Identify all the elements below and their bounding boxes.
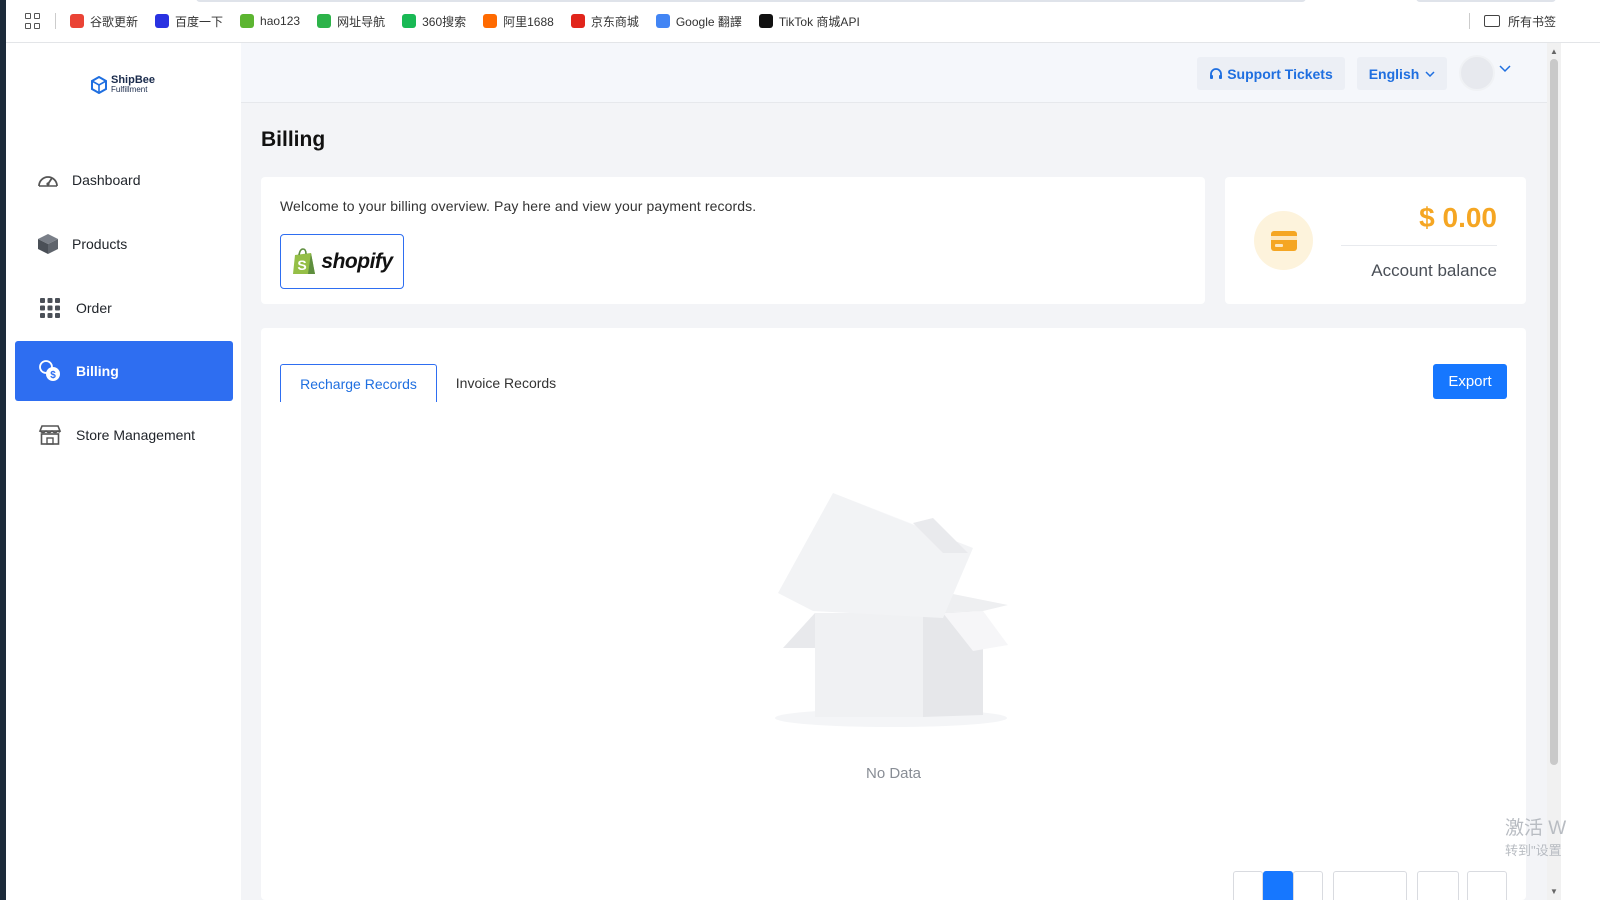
- bookmarks-separator: [55, 13, 56, 29]
- bookmark-favicon-icon: [240, 14, 255, 28]
- bookmark-item[interactable]: TikTok 商城API: [758, 13, 860, 30]
- bookmark-favicon-icon: [402, 14, 417, 28]
- tab-recharge-records[interactable]: Recharge Records: [280, 364, 437, 402]
- bookmark-item[interactable]: 360搜索: [402, 13, 466, 30]
- account-balance-card: $ 0.00 Account balance: [1225, 177, 1526, 304]
- welcome-text: Welcome to your billing overview. Pay he…: [280, 198, 757, 214]
- records-card: Recharge Records Invoice Records Export …: [261, 328, 1526, 900]
- sidebar-item-store-management[interactable]: Store Management: [15, 405, 233, 465]
- windows-activation-subtext: 转到"设置: [1505, 843, 1562, 858]
- next-page-button[interactable]: [1293, 871, 1323, 900]
- bookmark-item[interactable]: 网址导航: [317, 13, 385, 30]
- pagination: [1233, 871, 1507, 900]
- bookmark-item[interactable]: 谷歌更新: [70, 13, 138, 30]
- bookmark-item[interactable]: Google 翻譯: [655, 13, 742, 30]
- bookmark-favicon-icon: [655, 14, 670, 28]
- current-page-button[interactable]: [1263, 871, 1293, 900]
- tab-invoice-records[interactable]: Invoice Records: [441, 364, 571, 402]
- page-title: Billing: [261, 128, 326, 151]
- window-right-edge: [1561, 43, 1600, 900]
- bookmark-favicon-icon: [570, 14, 585, 28]
- bookmark-favicon-icon: [155, 14, 170, 28]
- sidebar-item-label: Products: [72, 236, 128, 252]
- bookmark-favicon-icon: [317, 14, 332, 28]
- scroll-thumb[interactable]: [1550, 59, 1558, 765]
- page-size-select[interactable]: [1333, 871, 1407, 900]
- billing-welcome-card: Welcome to your billing overview. Pay he…: [261, 177, 1205, 304]
- bookmark-favicon-icon: [483, 14, 498, 28]
- bookmarks-separator-right: [1468, 13, 1470, 29]
- bookmark-label: Google 翻譯: [675, 14, 742, 29]
- store-icon: [38, 423, 62, 447]
- bookmark-item[interactable]: hao123: [240, 14, 300, 28]
- bookmark-label: 网址导航: [337, 14, 386, 29]
- tab-strip-remnant: [196, 0, 1306, 2]
- bookmark-item[interactable]: 京东商城: [570, 13, 639, 30]
- sidebar-item-label: Billing: [76, 363, 119, 379]
- windows-activation-watermark: 激活 W: [1505, 818, 1567, 839]
- balance-amount: $ 0.00: [1419, 202, 1497, 233]
- language-label: English: [1368, 65, 1420, 82]
- sidebar: ShipBee Fulfillment Dashboard Products O…: [6, 43, 241, 900]
- bookmark-label: hao123: [260, 14, 301, 28]
- box-icon: [36, 232, 60, 256]
- shipbee-logo-icon: [91, 76, 107, 94]
- prev-page-button[interactable]: [1233, 871, 1263, 900]
- shopify-wordmark: shopify: [321, 249, 393, 273]
- all-bookmarks-label: 所有书签: [1507, 14, 1556, 29]
- bookmark-item[interactable]: 阿里1688: [483, 13, 554, 30]
- balance-label: Account balance: [1371, 261, 1497, 280]
- bookmark-label: 百度一下: [175, 14, 224, 29]
- sidebar-item-label: Store Management: [76, 427, 196, 443]
- scroll-down-arrow-icon[interactable]: ▼: [1550, 887, 1558, 896]
- bookmark-favicon-icon: [70, 14, 84, 28]
- export-button[interactable]: Export: [1433, 364, 1507, 399]
- sidebar-item-billing[interactable]: $ Billing: [15, 341, 233, 401]
- svg-text:$: $: [50, 370, 56, 381]
- svg-text:S: S: [298, 257, 307, 273]
- all-bookmarks[interactable]: 所有书签: [1468, 13, 1556, 30]
- logo-line1: ShipBee: [111, 74, 156, 86]
- page-scrollbar[interactable]: ▲ ▼: [1547, 43, 1561, 900]
- credit-card-icon: [1254, 211, 1313, 270]
- sidebar-item-order[interactable]: Order: [15, 278, 233, 338]
- headset-icon: [1210, 67, 1223, 79]
- logo-line2: Fulfillment: [111, 85, 148, 94]
- page-jump-input[interactable]: [1417, 871, 1459, 900]
- scroll-up-arrow-icon[interactable]: ▲: [1550, 47, 1558, 56]
- shopify-pay-button[interactable]: S shopify: [280, 234, 404, 289]
- sidebar-item-products[interactable]: Products: [15, 214, 233, 274]
- empty-state-text: No Data: [865, 765, 922, 782]
- bookmarks-bar: 谷歌更新 百度一下 hao123 网址导航 360搜索 阿里1688 京东商城 Google …: [6, 0, 1600, 43]
- support-tickets-button[interactable]: Support Tickets: [1197, 57, 1345, 90]
- sidebar-item-dashboard[interactable]: Dashboard: [15, 150, 233, 210]
- bookmark-label: 谷歌更新: [90, 14, 139, 29]
- tab-strip-remnant-right: [1416, 0, 1556, 2]
- sidebar-item-label: Order: [76, 300, 112, 316]
- speedometer-icon: [36, 168, 60, 192]
- bookmark-label: TikTok 商城API: [778, 14, 860, 29]
- coins-icon: $: [38, 359, 62, 383]
- chevron-down-icon[interactable]: [1499, 65, 1511, 73]
- support-tickets-label: Support Tickets: [1227, 65, 1333, 82]
- page-go-button[interactable]: [1467, 871, 1507, 900]
- empty-box-illustration: [775, 493, 1008, 727]
- bookmark-label: 京东商城: [590, 14, 639, 29]
- avatar[interactable]: [1459, 55, 1495, 91]
- apps-grid-icon[interactable]: [25, 13, 41, 29]
- top-header: Support Tickets English: [241, 43, 1547, 103]
- bookmark-favicon-icon: [758, 14, 773, 28]
- bookmarks-list: 谷歌更新 百度一下 hao123 网址导航 360搜索 阿里1688 京东商城 Google …: [70, 13, 877, 30]
- sidebar-item-label: Dashboard: [72, 172, 141, 188]
- folder-icon: [1483, 15, 1500, 27]
- bookmark-label: 阿里1688: [503, 14, 554, 29]
- chevron-down-icon: [1425, 70, 1435, 77]
- bookmark-item[interactable]: 百度一下: [155, 13, 223, 30]
- language-select[interactable]: English: [1357, 57, 1447, 90]
- balance-divider: [1341, 245, 1497, 246]
- shipbee-logo[interactable]: ShipBee Fulfillment: [91, 75, 155, 95]
- shopify-bag-icon: S: [293, 247, 316, 274]
- bookmark-label: 360搜索: [422, 14, 467, 29]
- grid-icon: [38, 296, 62, 320]
